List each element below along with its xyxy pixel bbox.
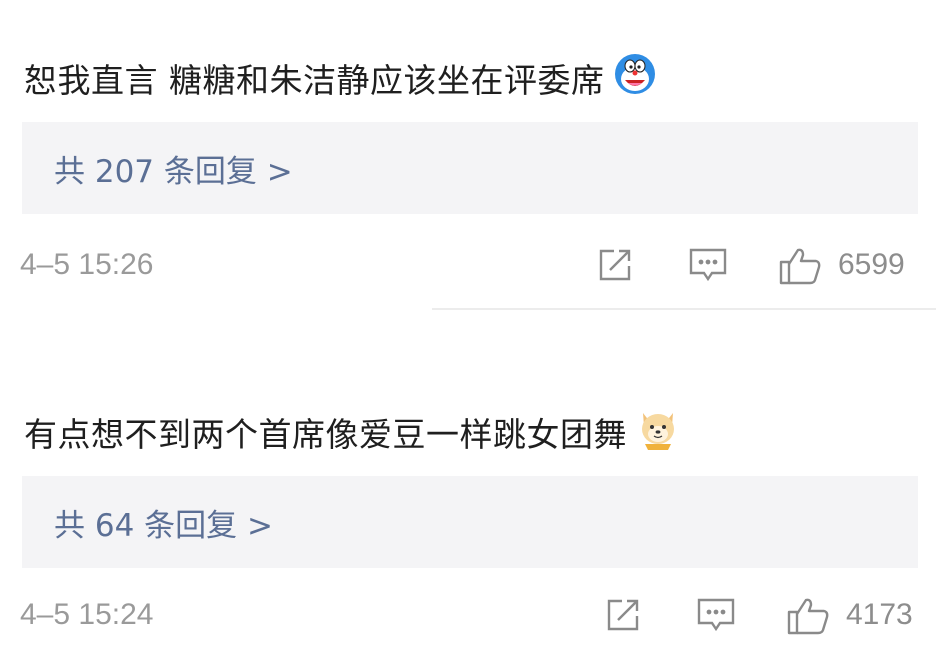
comment-timestamp: 4–5 15:26 bbox=[20, 248, 154, 281]
like-count: 4173 bbox=[846, 598, 913, 631]
comment-timestamp: 4–5 15:24 bbox=[20, 598, 154, 631]
comment-text: 恕我直言 糖糖和朱洁静应该坐在评委席 bbox=[24, 52, 657, 104]
share-icon[interactable] bbox=[604, 596, 642, 638]
comment-icon[interactable] bbox=[688, 246, 728, 288]
comment-icon[interactable] bbox=[696, 596, 736, 638]
like-thumbs-up-icon[interactable] bbox=[786, 596, 832, 640]
comment-body: 有点想不到两个首席像爱豆一样跳女团舞 bbox=[24, 415, 627, 454]
replies-count-link[interactable]: 共 207 条回复 > bbox=[54, 146, 293, 191]
doraemon-emoji-icon bbox=[613, 52, 657, 104]
replies-count-link[interactable]: 共 64 条回复 > bbox=[54, 500, 273, 545]
comment-text: 有点想不到两个首席像爱豆一样跳女团舞 bbox=[24, 405, 681, 459]
share-icon[interactable] bbox=[596, 246, 634, 288]
comment-meta-row: 4–5 15:26 6599 bbox=[0, 244, 936, 285]
like-thumbs-up-icon[interactable] bbox=[778, 246, 824, 290]
shiba-dog-emoji-icon bbox=[635, 405, 681, 459]
comment-divider bbox=[432, 308, 936, 310]
comment-meta-row: 4–5 15:24 4173 bbox=[0, 594, 936, 635]
view-replies-button[interactable]: 共 64 条回复 > bbox=[22, 476, 918, 568]
like-count: 6599 bbox=[838, 248, 905, 281]
view-replies-button[interactable]: 共 207 条回复 > bbox=[22, 122, 918, 214]
comment-body: 恕我直言 糖糖和朱洁静应该坐在评委席 bbox=[24, 61, 605, 100]
